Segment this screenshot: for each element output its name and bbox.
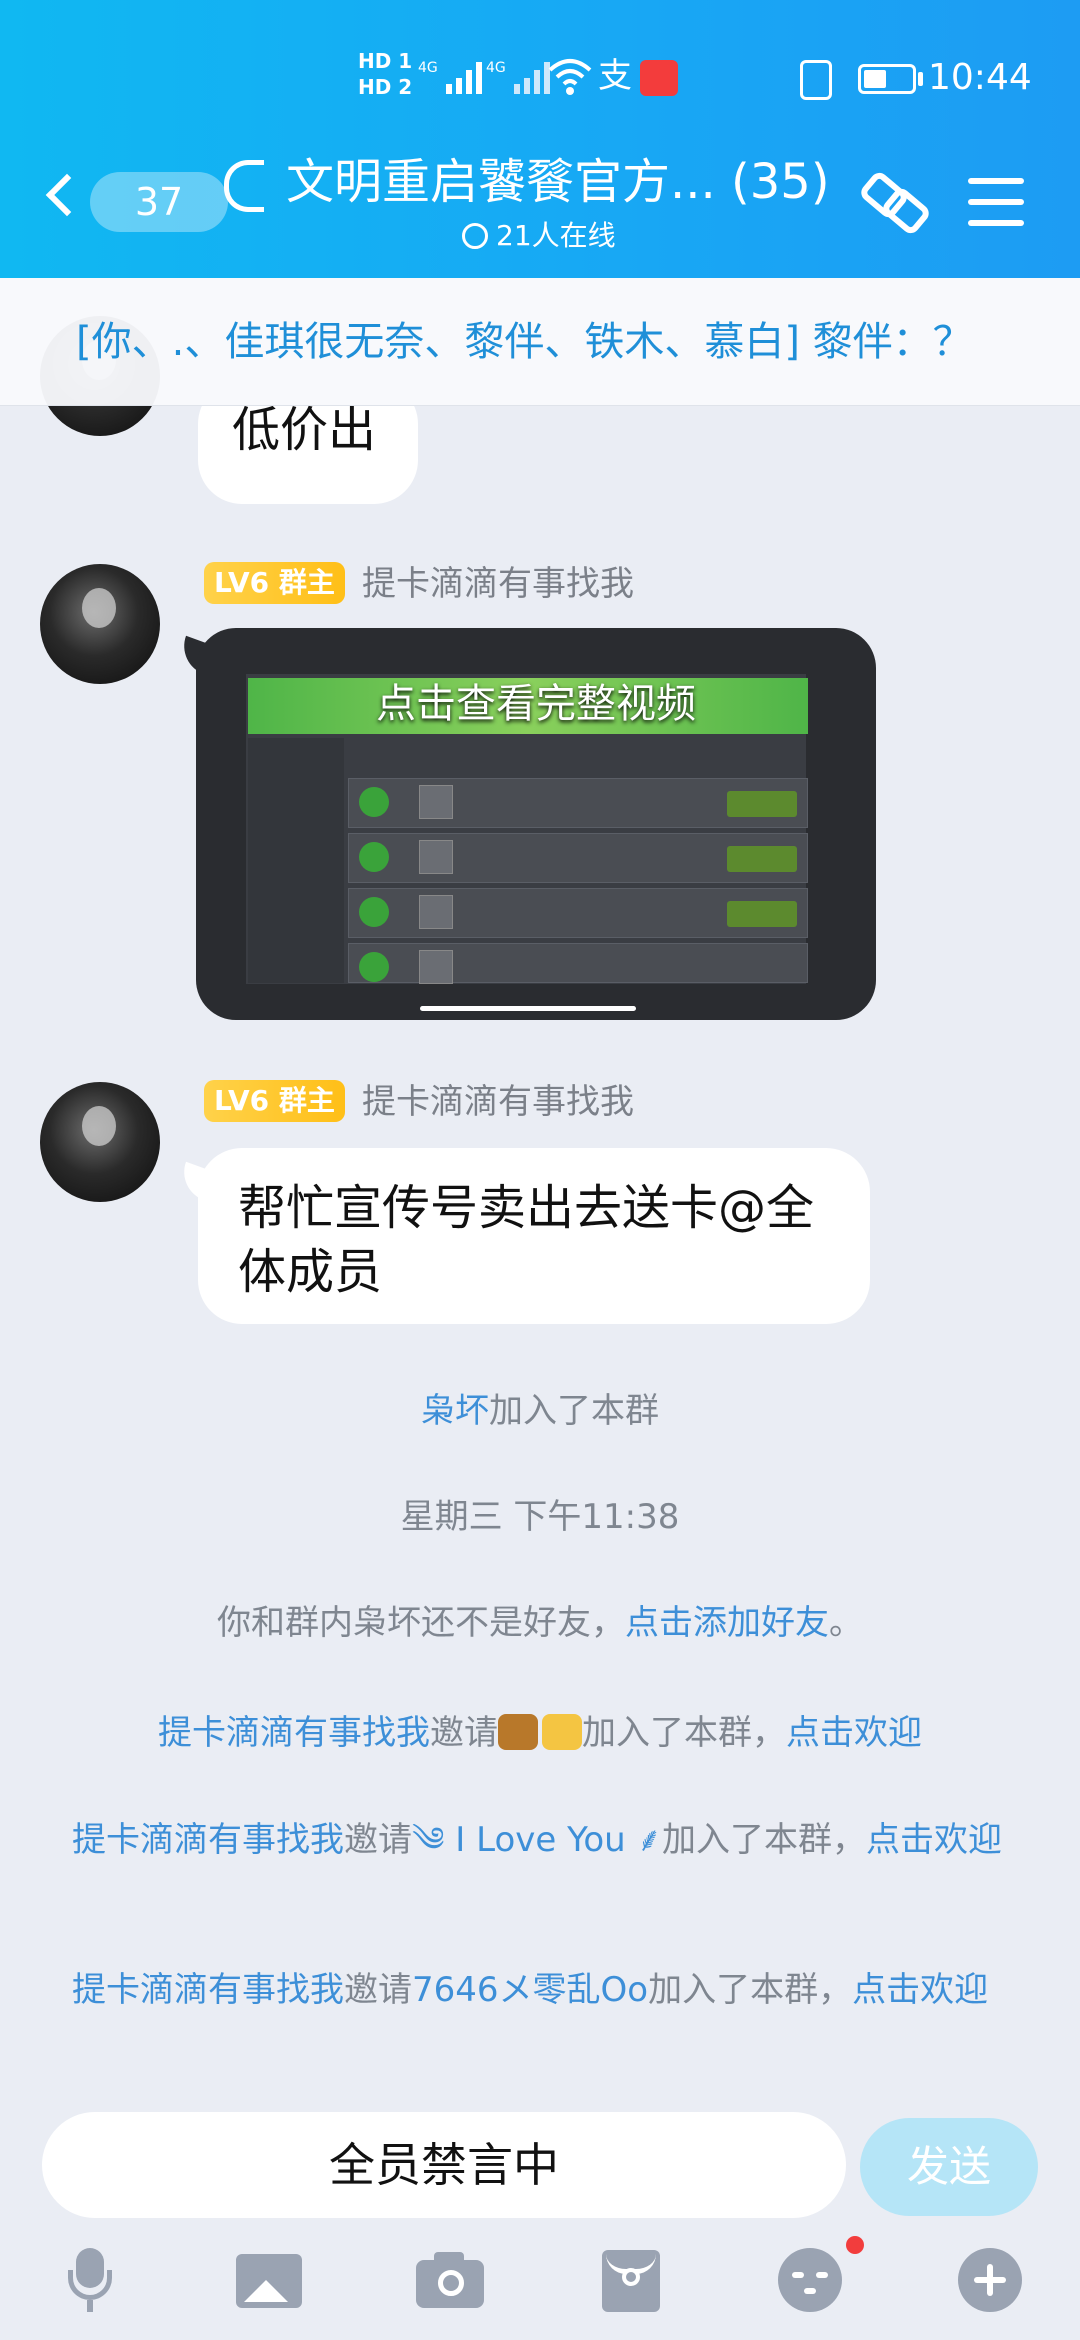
inviter-link[interactable]: 提卡滴滴有事找我 [158,1713,430,1753]
avatar[interactable] [40,564,160,684]
input-toolbar [0,2236,1080,2340]
menu-icon[interactable] [968,178,1024,226]
clock: 10:44 [928,57,1032,98]
microphone-icon[interactable] [58,2248,122,2312]
add-friend-link[interactable]: 点击添加好友 [625,1603,829,1643]
battery-tip [918,72,923,86]
chevron-left-icon [45,173,89,217]
vibrate-icon [800,60,832,100]
svg-text:4G: 4G [418,60,438,76]
level-owner-badge: LV6 群主 [204,562,345,604]
share-link-icon[interactable] [860,168,930,238]
status-bar: HD 1 HD 2 4G 4G 支 10:44 [0,0,1080,150]
timestamp: 星期三 下午11:38 [400,1497,680,1537]
battery-icon [858,64,916,94]
welcome-link[interactable]: 点击欢迎 [852,1970,988,2010]
red-packet-icon[interactable] [602,2248,666,2312]
inviter-link[interactable]: 提卡滴滴有事找我 [72,1970,344,2010]
sender-name[interactable]: 提卡滴滴有事找我 [362,1080,634,1124]
emoji-icon[interactable] [778,2236,864,2312]
invite-notice: 提卡滴滴有事找我邀请 加入了本群，点击欢迎 [158,1713,922,1753]
camera-icon[interactable] [416,2248,484,2312]
sender-name[interactable]: 提卡滴滴有事找我 [362,562,634,606]
online-count[interactable]: 21人在线 [462,218,616,254]
system-join-notice: 枭坏加入了本群 [421,1391,659,1431]
invite-notice: 提卡滴滴有事找我邀请༄ I Love You ⸙加入了本群，点击欢迎 [72,1820,1003,1860]
level-owner-badge: LV6 群主 [204,1080,345,1122]
avatar[interactable] [40,1082,160,1202]
cell-signal-icon: 4G [418,60,482,94]
send-button[interactable]: 发送 [860,2118,1038,2216]
welcome-link[interactable]: 点击欢迎 [866,1820,1002,1860]
video-message[interactable]: 点击查看完整视频 [196,628,876,1020]
chat-header: HD 1 HD 2 4G 4G 支 10:44 37 文明重启饕餮官方... (… [0,0,1080,278]
member-name-link[interactable]: 7646メ零乱Oo [412,1970,648,2010]
svg-text:4G: 4G [486,60,506,76]
plus-icon[interactable] [958,2248,1022,2312]
wifi-icon [548,59,592,95]
ox-emoji-icon [498,1714,538,1750]
message-bubble[interactable]: 帮忙宣传号卖出去送卡@全体成员 [198,1148,870,1324]
inviter-link[interactable]: 提卡滴滴有事找我 [72,1820,344,1860]
alipay-icon: 支 [598,56,632,96]
message-input[interactable]: 全员禁言中 [42,2112,846,2218]
unread-count-badge: 37 [90,172,228,232]
beer-emoji-icon [542,1714,582,1750]
back-button[interactable]: 37 [44,168,228,236]
member-name-link[interactable]: 枭坏 [421,1391,489,1431]
video-caption: 点击查看完整视频 [376,681,696,727]
video-progress-bar [420,1006,636,1011]
welcome-link[interactable]: 点击欢迎 [786,1713,922,1753]
network-hd-indicator: HD 1 HD 2 [358,49,413,99]
notification-dot [846,2236,864,2254]
invite-notice: 提卡滴滴有事找我邀请7646メ零乱Oo加入了本群，点击欢迎 [72,1970,989,2010]
member-name-link[interactable]: ༄ I Love You ⸙ [412,1820,662,1860]
online-check-icon [462,223,488,249]
friend-notice: 你和群内枭坏还不是好友，点击添加好友。 [217,1603,863,1643]
group-title[interactable]: 文明重启饕餮官方... (35) [286,148,846,216]
app-notification-icon [640,60,678,96]
video-sidebar [248,738,344,983]
earpiece-mode-icon[interactable] [224,160,264,212]
picture-icon[interactable] [236,2248,302,2312]
notice-text: [你、.、佳琪很无奈、黎伴、铁木、慕白] 黎伴：？ [76,319,973,365]
group-notice-bar[interactable]: [你、.、佳琪很无奈、黎伴、铁木、慕白] 黎伴：？ [0,278,1080,406]
